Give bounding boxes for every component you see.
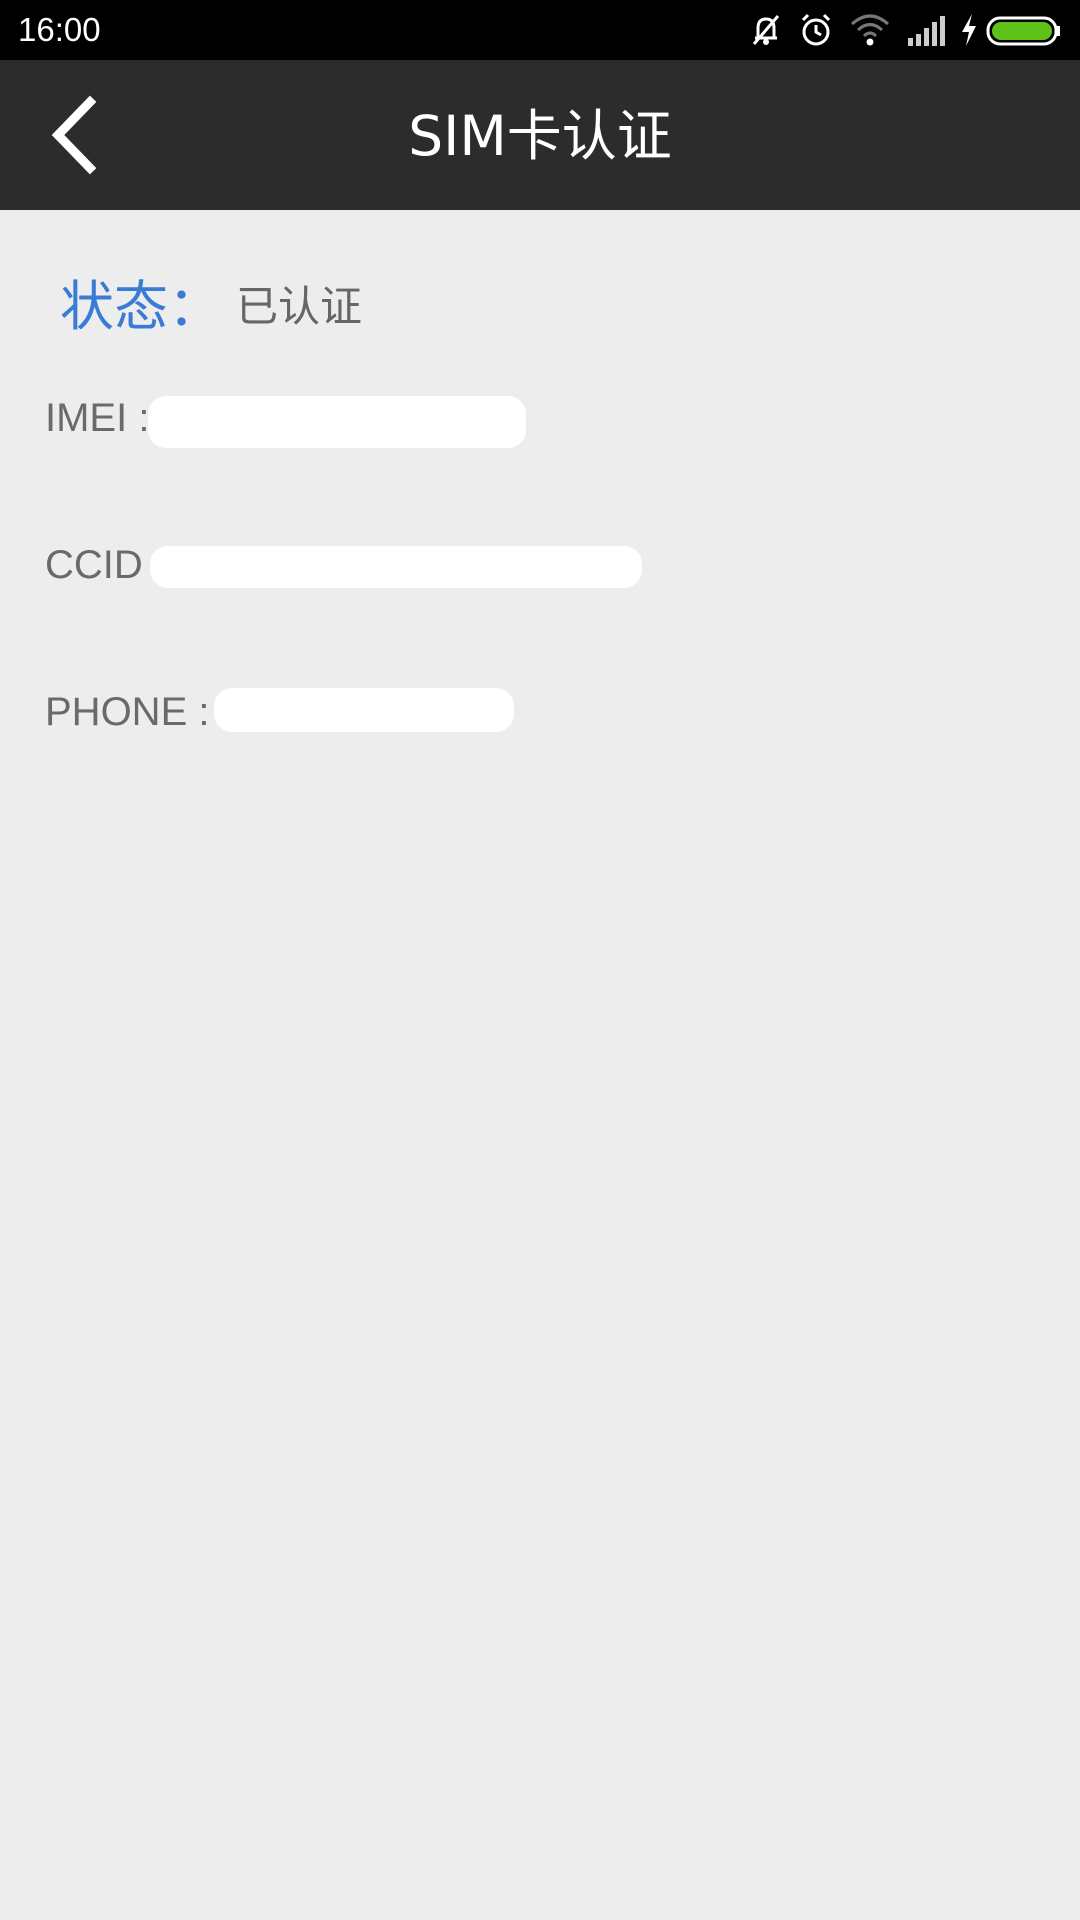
status-label: 状态： xyxy=(60,275,222,338)
phone-label: PHONE : xyxy=(45,690,210,734)
page-title: SIM卡认证 xyxy=(408,104,672,168)
ccid-row: CCID xyxy=(45,535,143,595)
ccid-value-redacted xyxy=(150,546,642,588)
status-time: 16:00 xyxy=(18,11,101,48)
wifi-icon xyxy=(851,14,889,46)
imei-row: IMEI : xyxy=(45,388,149,448)
charging-icon xyxy=(962,14,976,46)
signal-icon xyxy=(908,16,945,46)
battery-icon xyxy=(986,16,1060,46)
status-bar: 16:00 xyxy=(0,0,1080,60)
mute-icon xyxy=(752,15,780,45)
phone-value-redacted xyxy=(214,688,514,732)
imei-label: IMEI : xyxy=(45,396,150,440)
alarm-icon xyxy=(801,13,831,46)
status-value: 已认证 xyxy=(236,282,363,331)
ccid-label: CCID xyxy=(45,543,143,587)
auth-status-row: 状态： 已认证 xyxy=(60,272,362,342)
imei-value-redacted xyxy=(148,396,526,448)
phone-row: PHONE : xyxy=(45,682,209,742)
status-icons xyxy=(746,10,1066,50)
app-bar: SIM卡认证 xyxy=(0,60,1080,210)
